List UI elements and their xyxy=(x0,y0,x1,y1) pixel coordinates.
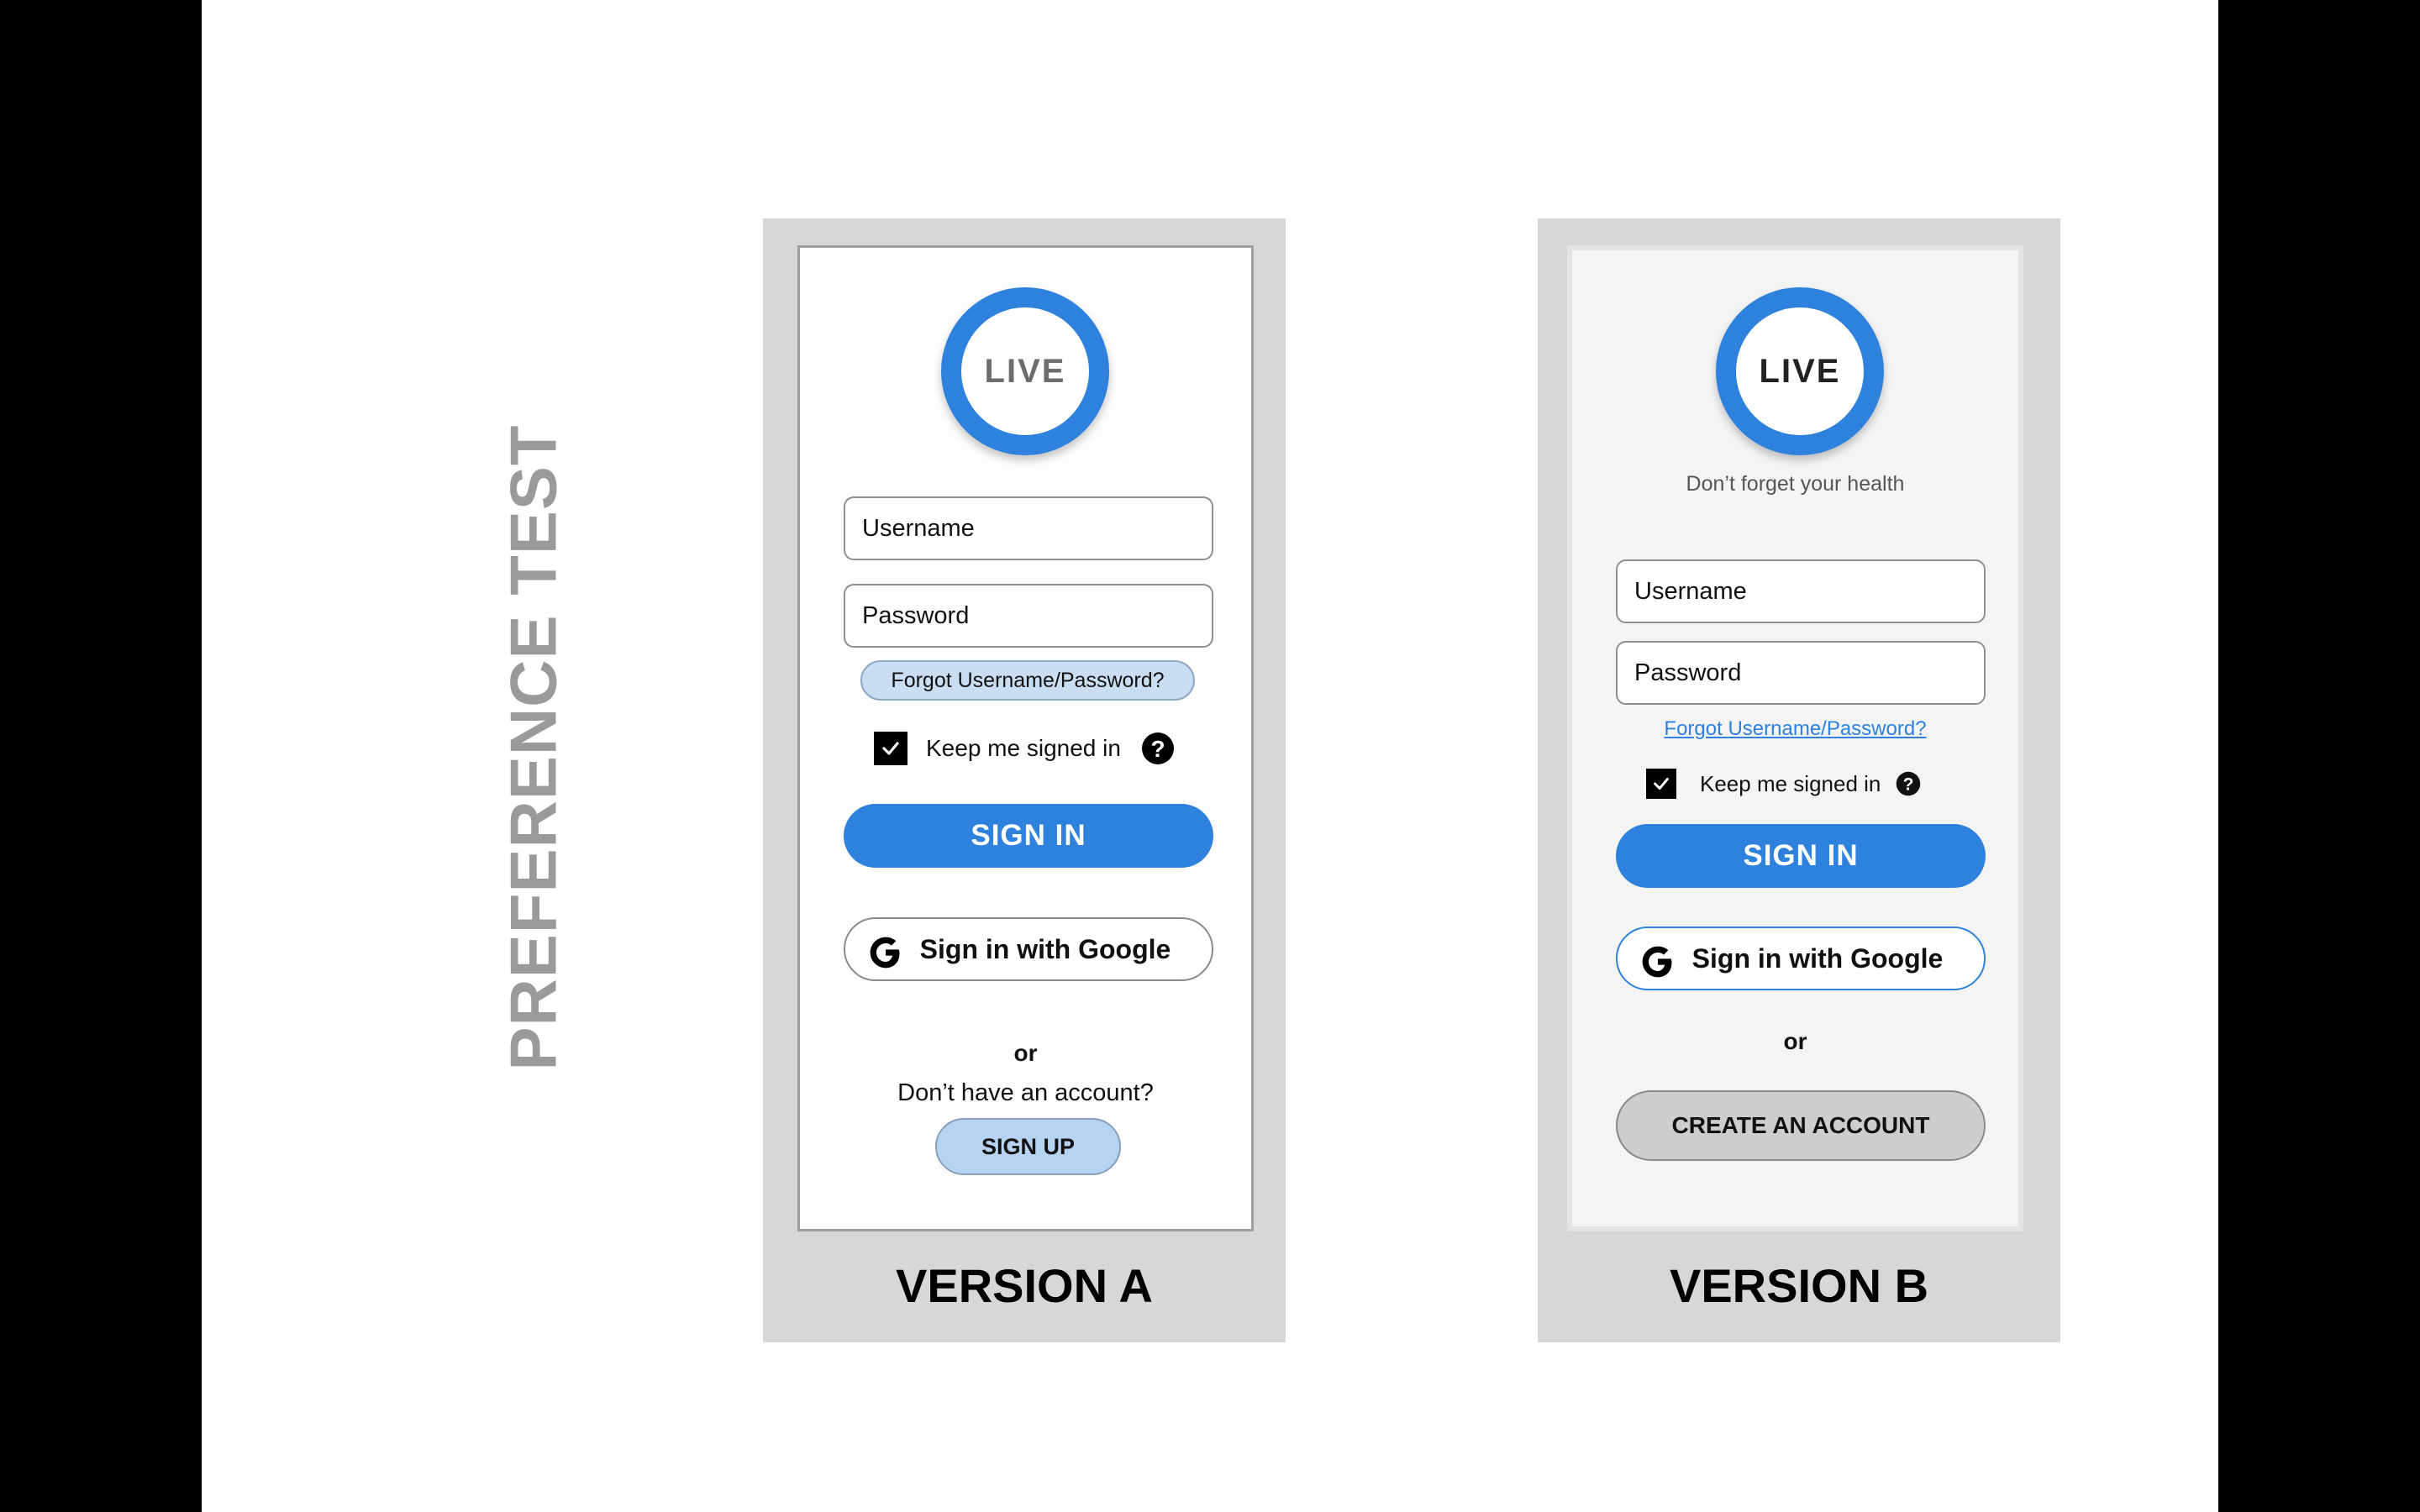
checkmark-icon xyxy=(882,742,899,755)
logo-text: LIVE xyxy=(984,352,1066,390)
google-button-label: Sign in with Google xyxy=(1691,942,1944,974)
no-account-text: Don’t have an account? xyxy=(897,1079,1154,1106)
or-divider-text: or xyxy=(1783,1028,1807,1054)
tagline: Don’t forget your health xyxy=(1686,472,1905,496)
password-input[interactable]: Password xyxy=(1616,641,1986,705)
google-sign-in-button[interactable]: Sign in with Google xyxy=(1616,927,1986,990)
version-b-label: VERSION B xyxy=(1669,1259,1929,1312)
create-account-button[interactable]: CREATE AN ACCOUNT xyxy=(1616,1090,1986,1161)
username-input[interactable]: Username xyxy=(844,496,1213,560)
keep-signed-in-checkbox[interactable] xyxy=(874,732,908,765)
keep-signed-in-label: Keep me signed in xyxy=(926,735,1121,761)
password-placeholder: Password xyxy=(1634,659,1742,686)
svg-text:?: ? xyxy=(1150,736,1165,762)
version-a-label: VERSION A xyxy=(896,1259,1153,1312)
slide: PREFERENCE TEST LIVE Username Password F… xyxy=(202,0,2218,1512)
sign-up-button[interactable]: SIGN UP xyxy=(935,1118,1121,1175)
sign-in-button[interactable]: SIGN IN xyxy=(1616,824,1986,888)
keep-signed-in-checkbox[interactable] xyxy=(1646,769,1676,799)
or-divider-text: or xyxy=(1013,1040,1038,1066)
password-input[interactable]: Password xyxy=(844,584,1213,648)
keep-signed-in-label: Keep me signed in xyxy=(1700,770,1881,796)
forgot-credentials-link[interactable]: Forgot Username/Password? xyxy=(860,660,1195,701)
version-b-panel: LIVE Don’t forget your health Username P… xyxy=(1538,218,2060,1342)
version-b-phone-screen: LIVE Don’t forget your health Username P… xyxy=(1567,245,2023,1231)
version-a-panel: LIVE Username Password Forgot Username/P… xyxy=(763,218,1286,1342)
keep-signed-in-row: Keep me signed in ? xyxy=(874,732,1175,765)
checkmark-icon xyxy=(1654,777,1669,790)
google-g-icon xyxy=(1642,946,1672,978)
username-placeholder: Username xyxy=(1634,577,1747,605)
question-circle-icon[interactable]: ? xyxy=(1896,771,1921,796)
live-logo: LIVE xyxy=(1716,287,1884,455)
logo-text: LIVE xyxy=(1759,352,1841,390)
username-placeholder: Username xyxy=(862,514,975,542)
live-logo: LIVE xyxy=(941,287,1109,455)
password-placeholder: Password xyxy=(862,601,970,629)
side-title: PREFERENCE TEST xyxy=(496,424,571,1071)
keep-signed-in-row: Keep me signed in ? xyxy=(1646,769,1921,799)
google-button-label: Sign in with Google xyxy=(919,933,1171,964)
question-circle-icon[interactable]: ? xyxy=(1141,732,1175,765)
forgot-credentials-link[interactable]: Forgot Username/Password? xyxy=(1572,717,2018,741)
google-sign-in-button[interactable]: Sign in with Google xyxy=(844,917,1213,981)
google-g-icon xyxy=(870,937,900,969)
sign-in-button[interactable]: SIGN IN xyxy=(844,804,1213,868)
version-a-phone-screen: LIVE Username Password Forgot Username/P… xyxy=(797,245,1254,1231)
svg-text:?: ? xyxy=(1903,775,1914,795)
username-input[interactable]: Username xyxy=(1616,559,1986,623)
